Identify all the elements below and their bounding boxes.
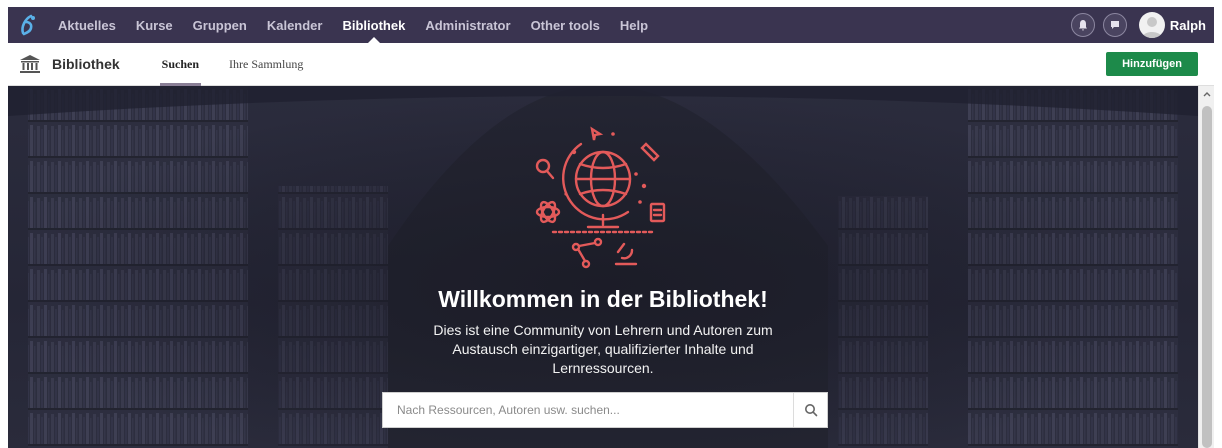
user-menu[interactable]: Ralph [1138, 12, 1206, 38]
hero-description: Dies ist eine Community von Lehrern und … [433, 322, 773, 376]
tab-ihre-sammlung[interactable]: Ihre Sammlung [227, 43, 305, 86]
tab-suchen[interactable]: Suchen [159, 43, 202, 86]
add-button[interactable]: Hinzufügen [1106, 52, 1198, 76]
nav-item-administrator[interactable]: Administrator [415, 7, 520, 43]
nav-item-kalender[interactable]: Kalender [257, 7, 333, 43]
nav-item-aktuelles[interactable]: Aktuelles [48, 7, 126, 43]
globe-illustration-icon [535, 126, 666, 269]
avatar-icon [1138, 12, 1165, 38]
hero-banner: Willkommen in der Bibliothek! Dies ist e… [8, 86, 1198, 448]
library-building-icon [14, 54, 46, 74]
search-icon[interactable] [793, 393, 827, 427]
top-navigation-bar: Aktuelles Kurse Gruppen Kalender Bibliothek A… [8, 7, 1214, 43]
page-title: Bibliothek [52, 56, 120, 72]
nav-item-bibliothek[interactable]: Bibliothek [332, 7, 415, 43]
nav-item-gruppen[interactable]: Gruppen [183, 7, 257, 43]
sub-navigation-bar: Bibliothek Suchen Ihre Sammlung Hinzufüg… [8, 43, 1214, 86]
main-nav: Aktuelles Kurse Gruppen Kalender Bibliothek A… [48, 7, 658, 43]
chat-icon[interactable] [1102, 13, 1127, 37]
search-bar [382, 392, 828, 428]
tab-label: Suchen [161, 56, 200, 71]
page-scrollbar[interactable] [1198, 86, 1214, 448]
app-logo-icon[interactable] [8, 7, 48, 43]
tab-label: Ihre Sammlung [229, 56, 304, 71]
scroll-up-icon[interactable] [1199, 86, 1215, 102]
bell-icon[interactable] [1070, 13, 1095, 37]
hero-title: Willkommen in der Bibliothek! [438, 286, 768, 312]
search-input[interactable] [383, 393, 793, 427]
username: Ralph [1169, 17, 1206, 33]
scroll-thumb[interactable] [1202, 106, 1212, 448]
nav-item-kurse[interactable]: Kurse [126, 7, 183, 43]
nav-item-other-tools[interactable]: Other tools [521, 7, 610, 43]
nav-item-help[interactable]: Help [610, 7, 658, 43]
